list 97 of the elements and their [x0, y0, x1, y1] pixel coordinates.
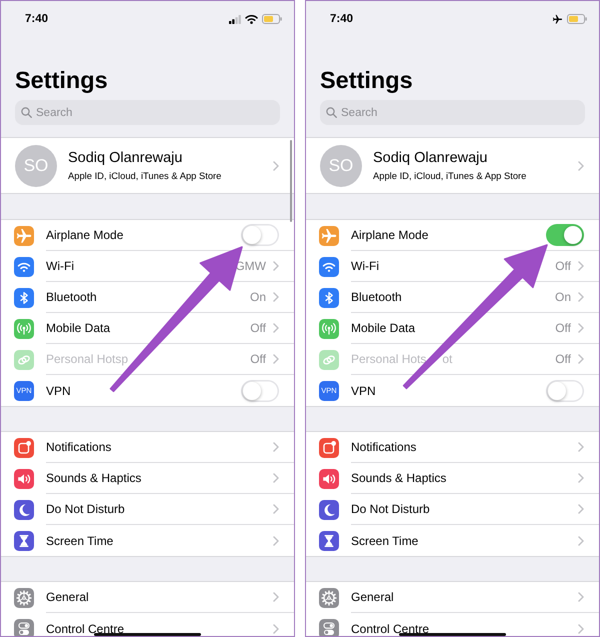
- setting-label[interactable]: Airplane Mode: [351, 228, 428, 242]
- profile-card[interactable]: SO Sodiq Olanrewaju Apple ID, iCloud, iTunes & App Store: [1, 137, 294, 194]
- airplane-icon: [14, 226, 34, 246]
- chevron-icon: [578, 504, 584, 514]
- chevron-icon: [578, 624, 584, 634]
- avatar: SO: [15, 144, 57, 186]
- wifi-icon: [319, 256, 339, 276]
- chevron-icon: [273, 261, 279, 271]
- chevron-icon: [578, 536, 584, 546]
- gear-icon: [319, 588, 339, 608]
- chevron-icon: [273, 473, 279, 483]
- battery-icon: [567, 14, 587, 24]
- chevron-icon: [578, 473, 584, 483]
- chevron-icon: [273, 160, 279, 170]
- setting-label[interactable]: Sounds & Haptics: [351, 471, 446, 485]
- page-title: Settings: [15, 66, 109, 94]
- setting-value: Off: [250, 321, 266, 335]
- chevron-icon: [273, 323, 279, 333]
- chevron-icon: [578, 323, 584, 333]
- speaker-icon: [319, 468, 339, 488]
- setting-label[interactable]: General: [351, 590, 394, 604]
- setting-value: On: [250, 290, 266, 304]
- moon-icon: [14, 500, 34, 520]
- notification-icon: [319, 438, 339, 458]
- toggle-switch[interactable]: [241, 380, 279, 402]
- hourglass-icon: [14, 530, 34, 550]
- bluetooth-icon: [319, 288, 339, 308]
- setting-label[interactable]: Mobile Data: [46, 321, 110, 335]
- setting-label[interactable]: Airplane Mode: [46, 228, 124, 242]
- setting-label[interactable]: Mobile Data: [351, 321, 416, 335]
- wifi-icon: [245, 14, 258, 24]
- setting-label[interactable]: Notifications: [351, 440, 416, 454]
- setting-label[interactable]: Notifications: [46, 440, 112, 454]
- notification-icon: [14, 438, 34, 458]
- setting-label[interactable]: General: [46, 590, 89, 604]
- chevron-icon: [273, 292, 279, 302]
- setting-label[interactable]: Do Not Disturb: [351, 502, 430, 516]
- antenna-icon: [319, 318, 339, 338]
- chevron-icon: [273, 504, 279, 514]
- setting-label[interactable]: Screen Time: [351, 534, 418, 548]
- signal-icon: [229, 14, 241, 24]
- chevron-icon: [273, 442, 279, 452]
- chevron-icon: [273, 536, 279, 546]
- toggle-switch[interactable]: [546, 380, 584, 402]
- search-field[interactable]: Search: [15, 100, 280, 125]
- airplane-icon: [552, 14, 563, 24]
- page-title: Settings: [320, 66, 414, 94]
- setting-label[interactable]: Sounds & Haptics: [46, 471, 142, 485]
- profile-subtitle: Apple ID, iCloud, iTunes & App Store: [68, 170, 222, 182]
- chain-link-icon: [14, 350, 34, 370]
- chevron-icon: [578, 160, 584, 170]
- setting-label[interactable]: Wi-Fi: [351, 259, 379, 273]
- setting-label[interactable]: Control Centre: [351, 622, 430, 636]
- gear-icon: [14, 588, 34, 608]
- chain-link-icon: [319, 350, 339, 370]
- label-fragment: ot: [442, 352, 452, 366]
- setting-value: On: [554, 290, 571, 304]
- speaker-icon: [14, 468, 34, 488]
- toggle-switch[interactable]: [241, 224, 279, 246]
- airplane-icon: [319, 226, 339, 246]
- profile-subtitle: Apple ID, iCloud, iTunes & App Store: [373, 170, 528, 182]
- setting-label[interactable]: Bluetooth: [351, 290, 402, 304]
- chevron-icon: [578, 442, 584, 452]
- profile-name: Sodiq Olanrewaju: [373, 149, 488, 167]
- chevron-icon: [273, 624, 279, 634]
- setting-label[interactable]: Wi-Fi: [46, 259, 74, 273]
- setting-value: Off: [555, 259, 571, 273]
- battery-icon: [262, 14, 282, 24]
- search-field[interactable]: Search: [320, 100, 585, 125]
- wifi-icon: [14, 256, 34, 276]
- setting-value: Off: [555, 352, 571, 366]
- moon-icon: [319, 500, 339, 520]
- setting-label[interactable]: VPN: [351, 384, 376, 398]
- chevron-icon: [273, 354, 279, 364]
- setting-label[interactable]: VPN: [46, 384, 71, 398]
- status-time: 7:40: [330, 13, 354, 25]
- setting-label[interactable]: Bluetooth: [46, 290, 97, 304]
- setting-label[interactable]: Control Centre: [46, 622, 124, 636]
- toggle-switch[interactable]: [546, 224, 584, 246]
- setting-value: Off: [555, 321, 571, 335]
- chevron-icon: [578, 592, 584, 602]
- profile-name: Sodiq Olanrewaju: [68, 149, 184, 167]
- hourglass-icon: [319, 530, 339, 550]
- chevron-icon: [578, 292, 584, 302]
- profile-card[interactable]: SO Sodiq Olanrewaju Apple ID, iCloud, iTunes & App Store: [306, 137, 599, 194]
- status-time: 7:40: [25, 13, 48, 25]
- setting-label[interactable]: Screen Time: [46, 534, 114, 548]
- chevron-icon: [578, 261, 584, 271]
- avatar: SO: [320, 144, 362, 186]
- antenna-icon: [14, 318, 34, 338]
- search-icon: [326, 107, 337, 118]
- chevron-icon: [273, 592, 279, 602]
- bluetooth-icon: [14, 288, 34, 308]
- search-icon: [21, 107, 32, 118]
- setting-label[interactable]: Do Not Disturb: [46, 502, 125, 516]
- setting-value: Off: [250, 352, 266, 366]
- chevron-icon: [578, 354, 584, 364]
